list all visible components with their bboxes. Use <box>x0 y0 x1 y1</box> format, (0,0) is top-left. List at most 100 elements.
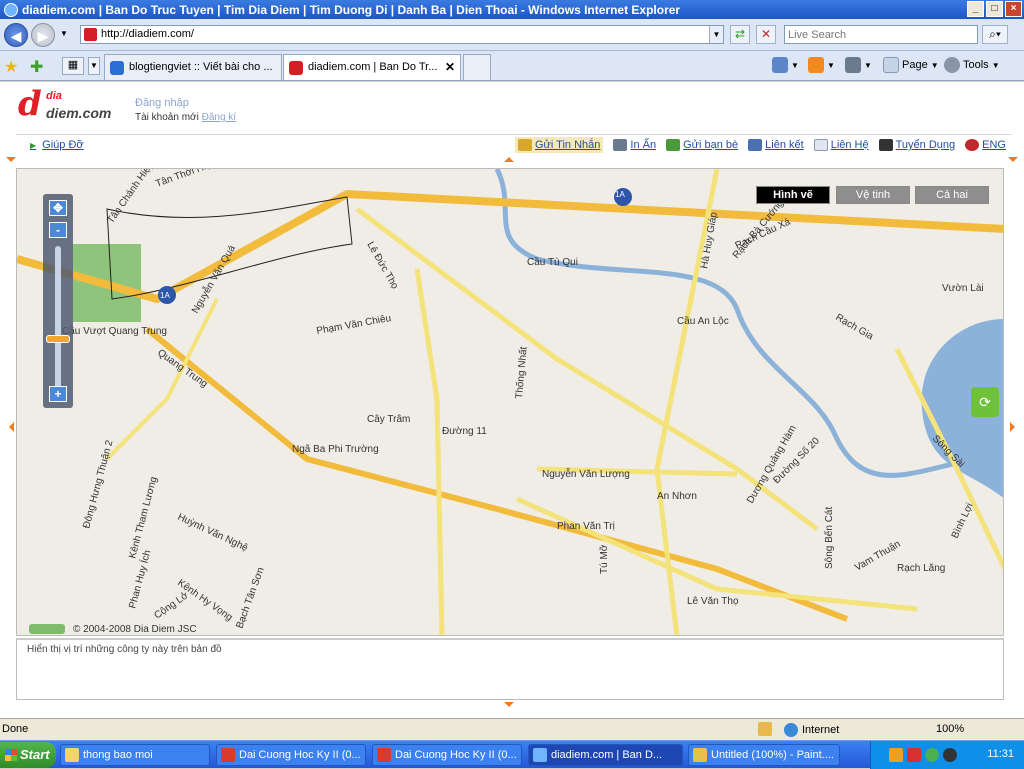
volume-icon[interactable] <box>943 748 957 762</box>
nav-label: Tuyển Dụng <box>895 139 956 151</box>
status-text: Done <box>2 723 29 735</box>
map-view[interactable]: Tân Chánh Hiệp 2Tân Thới Hiệp 21Cầu Vượt… <box>16 168 1004 636</box>
map-canvas[interactable]: Tân Chánh Hiệp 2Tân Thới Hiệp 21Cầu Vượt… <box>17 169 1004 636</box>
globe-icon <box>784 723 798 737</box>
tab-list-dropdown-icon[interactable]: ▼ <box>88 57 100 75</box>
diadiem-favicon-icon <box>289 61 303 75</box>
zoom-out-button[interactable]: - <box>49 222 67 238</box>
tab-blogtiengviet[interactable]: blogtiengviet :: Viết bài cho ... <box>104 54 282 80</box>
stop-icon[interactable]: ✕ <box>756 25 776 44</box>
tab-label: diadiem.com | Ban Do Tr... <box>308 61 438 73</box>
printer-icon <box>613 139 628 151</box>
task-paint[interactable]: Untitled (100%) - Paint.... <box>688 744 840 766</box>
task-label: Untitled (100%) - Paint.... <box>711 749 834 761</box>
tab-diadiem[interactable]: diadiem.com | Ban Do Tr... ✕ <box>283 54 461 80</box>
map-mode-drawing[interactable]: Hình vẽ <box>756 186 830 204</box>
address-input[interactable]: http://diadiem.com/ ▼ <box>80 25 724 44</box>
task-thong-bao-moi[interactable]: thong bao moi <box>60 744 210 766</box>
page-content: d dia diem.com Đăng nhập Tài khoản mới Đ… <box>0 82 1024 718</box>
favorites-star-icon[interactable]: ★ <box>4 57 18 77</box>
nav-print[interactable]: In Ấn <box>613 139 656 151</box>
forward-button[interactable]: ▶ <box>31 23 55 47</box>
zoom-in-button[interactable]: + <box>49 386 67 402</box>
start-button[interactable]: Start <box>0 742 56 768</box>
diadiem-logo[interactable]: d dia diem.com <box>16 84 131 128</box>
page-menu-button[interactable]: Page ▼ <box>883 57 939 73</box>
printer-icon <box>845 57 861 73</box>
window-title-bar[interactable]: diadiem.com | Ban Do Truc Tuyen | Tim Di… <box>0 0 1024 19</box>
nav-contact[interactable]: Liên Hệ <box>813 139 869 151</box>
add-favorites-icon[interactable]: ✚ <box>30 57 43 77</box>
nav-send-message[interactable]: Gửi Tin Nhắn <box>514 137 604 153</box>
map-label: Cầu An Lộc <box>677 315 729 327</box>
map-mode-satellite[interactable]: Vệ tinh <box>836 186 910 204</box>
tools-menu-button[interactable]: Tools ▼ <box>944 57 1000 73</box>
zone-label: Internet <box>802 724 840 736</box>
help-link[interactable]: Giúp Đỡ <box>30 139 83 151</box>
close-window-button[interactable]: × <box>1005 1 1022 17</box>
new-account-text: Tài khoản mới <box>135 112 199 123</box>
nav-label: ENG <box>982 139 1006 151</box>
map-label: Nguyễn Văn Lượng <box>542 467 630 480</box>
home-button[interactable]: ▼ <box>772 57 799 73</box>
nav-english[interactable]: ENG <box>965 139 1006 151</box>
map-label: Sông Bến Cát <box>823 507 835 569</box>
maximize-button[interactable]: □ <box>986 1 1003 17</box>
nav-label: Liên kết <box>765 139 804 151</box>
page-menu-label: Page <box>902 59 928 71</box>
print-button[interactable]: ▼ <box>845 57 872 73</box>
new-tab-button[interactable] <box>463 54 491 80</box>
back-button[interactable]: ◀ <box>4 23 28 47</box>
zoom-slider-knob[interactable] <box>46 335 70 343</box>
new-account-row: Tài khoản mới Đăng kí <box>135 112 236 123</box>
map-label: Cầu Tù Qui <box>527 256 578 268</box>
tray-icon[interactable] <box>889 748 903 762</box>
network-icon[interactable] <box>925 748 939 762</box>
chain-link-icon <box>748 139 763 151</box>
collapse-left-arrow-icon[interactable] <box>6 157 16 167</box>
gear-icon <box>944 57 960 73</box>
minimize-button[interactable]: _ <box>967 1 984 17</box>
minimize-panel-icon[interactable] <box>29 624 65 634</box>
status-bar: Done Internet 100% <box>0 718 1024 740</box>
zoom-level[interactable]: 100% <box>936 723 964 735</box>
map-label: Lê Văn Thọ <box>687 596 739 607</box>
map-mode-hybrid[interactable]: Cả hai <box>915 186 989 204</box>
collapse-bottom-arrow-icon[interactable] <box>504 702 514 712</box>
zoom-slider[interactable] <box>55 246 61 396</box>
task-diadiem[interactable]: diadiem.com | Ban D... <box>528 744 683 766</box>
address-dropdown-icon[interactable]: ▼ <box>709 26 723 43</box>
map-label: 1A <box>615 190 625 199</box>
login-link[interactable]: Đăng nhập <box>135 97 189 109</box>
antivirus-icon[interactable] <box>907 748 921 762</box>
collapse-side-left-arrow-icon[interactable] <box>4 422 14 432</box>
briefcase-icon <box>878 139 893 151</box>
task-pdf-2[interactable]: Dai Cuong Hoc Ky II (0... <box>372 744 522 766</box>
nav-links[interactable]: Liên kết <box>748 139 804 151</box>
search-input[interactable]: Live Search <box>784 25 978 44</box>
task-pdf-1[interactable]: Dai Cuong Hoc Ky II (0... <box>216 744 366 766</box>
feeds-button[interactable]: ▼ <box>808 57 835 73</box>
task-label: Dai Cuong Hoc Ky II (0... <box>239 749 361 761</box>
page-icon <box>883 57 899 73</box>
close-tab-icon[interactable]: ✕ <box>445 60 455 74</box>
pan-icon[interactable]: ✥ <box>49 200 67 216</box>
nav-jobs[interactable]: Tuyển Dụng <box>878 139 956 151</box>
history-dropdown-icon[interactable]: ▼ <box>60 29 68 38</box>
window-title: diadiem.com | Ban Do Truc Tuyen | Tim Di… <box>22 2 681 17</box>
refresh-icon[interactable]: ⇄ <box>730 25 750 44</box>
nav-send-friend[interactable]: Gửi bạn bè <box>666 139 738 151</box>
nav-label: Gửi Tin Nhắn <box>534 139 601 151</box>
map-label: Rạch Lăng <box>897 563 945 574</box>
collapse-side-right-arrow-icon[interactable] <box>1010 422 1020 432</box>
register-link[interactable]: Đăng kí <box>202 112 236 123</box>
folder-icon <box>65 748 79 762</box>
blog-favicon-icon <box>110 61 124 75</box>
info-panel: Hiển thị vị trí những công ty này trên b… <box>16 638 1004 700</box>
map-tag-icon[interactable]: ⟳ <box>971 387 999 417</box>
security-zone[interactable]: Internet <box>784 723 839 737</box>
map-label: Ngã Ba Phi Trường <box>292 444 379 455</box>
collapse-right-arrow-icon[interactable] <box>1008 157 1018 167</box>
search-go-icon[interactable]: ⌕▾ <box>982 25 1008 44</box>
quick-tabs-icon[interactable]: ▦ <box>62 57 84 75</box>
